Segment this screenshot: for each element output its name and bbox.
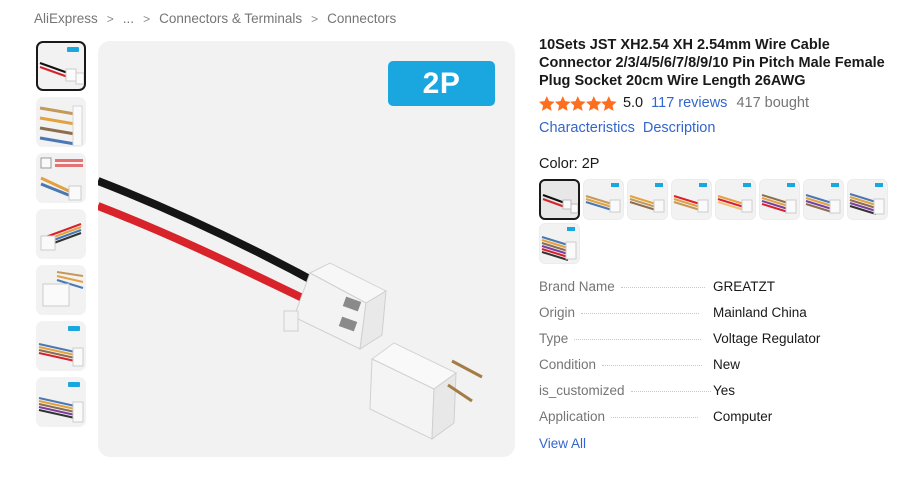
swatch-image [805, 194, 841, 214]
chevron-right-icon: > [311, 11, 319, 26]
color-option-2p[interactable] [539, 179, 580, 220]
spec-value: GREATZT [713, 279, 775, 294]
spec-key: Brand Name [539, 279, 615, 294]
spec-row-is-customized: is_customized Yes [539, 383, 869, 409]
spec-value: Mainland China [713, 305, 807, 320]
thumbnail-gallery [36, 41, 88, 433]
thumbnail-image [39, 62, 84, 85]
color-option-7p[interactable] [759, 179, 800, 220]
rating-value: 5.0 [622, 95, 644, 111]
rating-row: 5.0 117 reviews 417 bought [539, 95, 809, 111]
color-swatches [539, 179, 899, 267]
spec-key: Origin [539, 305, 576, 320]
main-product-image[interactable]: 2P [98, 41, 515, 457]
spec-value: New [713, 357, 741, 372]
color-option-4p[interactable] [627, 179, 668, 220]
breadcrumb-item-connectors-terminals[interactable]: Connectors & Terminals [159, 11, 302, 26]
color-option-8p[interactable] [803, 179, 844, 220]
tab-description[interactable]: Description [643, 120, 716, 136]
color-option-6p[interactable] [715, 179, 756, 220]
spec-key: Type [539, 331, 569, 346]
thumbnail-image [39, 105, 83, 146]
chevron-right-icon: > [106, 11, 114, 26]
spec-value: Yes [713, 383, 736, 398]
tab-characteristics[interactable]: Characteristics [539, 120, 635, 136]
spec-value: Computer [713, 409, 773, 424]
thumbnail-9p[interactable] [36, 321, 86, 371]
chevron-right-icon: > [143, 11, 151, 26]
thumbnail-image [42, 271, 84, 307]
breadcrumb-item-connectors[interactable]: Connectors [327, 11, 396, 26]
spec-key: is_customized [539, 383, 625, 398]
product-tabs: Characteristics Description [539, 120, 723, 136]
spec-row-origin: Origin Mainland China [539, 305, 869, 331]
rating-stars [539, 95, 617, 111]
connector-illustration [98, 177, 483, 441]
spec-divider [581, 313, 700, 314]
swatch-image [542, 194, 578, 214]
thumbnail-image [40, 223, 82, 251]
thumbnail-ribbon[interactable] [36, 209, 86, 259]
spec-divider [630, 391, 711, 392]
view-all-link[interactable]: View All [539, 436, 586, 451]
specifications-list: Brand Name GREATZT Origin Mainland China… [539, 279, 869, 435]
thumbnail-image [40, 157, 83, 201]
color-option-3p[interactable] [583, 179, 624, 220]
color-option-10p[interactable] [539, 223, 580, 264]
spec-key: Application [539, 409, 606, 424]
color-option-9p[interactable] [847, 179, 888, 220]
star-icon [585, 95, 602, 111]
star-icon [570, 95, 586, 111]
bought-count: 417 bought [736, 95, 810, 111]
swatch-image [629, 195, 665, 213]
thumbnail-10p[interactable] [36, 377, 86, 427]
swatch-image [541, 236, 577, 261]
swatch-image [849, 193, 885, 215]
spec-row-application: Application Computer [539, 409, 869, 435]
spec-row-condition: Condition New [539, 357, 869, 383]
breadcrumb-item-ellipsis[interactable]: ... [123, 11, 134, 26]
star-icon [601, 95, 617, 111]
swatch-image [585, 195, 621, 213]
star-icon [554, 95, 571, 111]
spec-row-brand-name: Brand Name GREATZT [539, 279, 869, 305]
color-label: Color: 2P [539, 156, 600, 172]
spec-divider [611, 417, 699, 418]
breadcrumb-item-aliexpress[interactable]: AliExpress [34, 11, 98, 26]
breadcrumb: AliExpress > ... > Connectors & Terminal… [34, 11, 396, 26]
color-option-5p[interactable] [671, 179, 712, 220]
product-title: 10Sets JST XH2.54 XH 2.54mm Wire Cable C… [539, 37, 885, 89]
spec-divider [574, 339, 702, 340]
star-icon [539, 95, 555, 111]
thumbnail-closeup[interactable] [36, 265, 86, 315]
spec-divider [602, 365, 703, 366]
thumbnail-multi-sizes[interactable] [36, 97, 86, 147]
spec-divider [620, 287, 705, 288]
spec-key: Condition [539, 357, 597, 372]
reviews-link[interactable]: 117 reviews [651, 95, 727, 111]
thumbnail-2p[interactable] [36, 41, 86, 91]
thumbnail-dimension-chart[interactable] [36, 153, 86, 203]
thumbnail-image [38, 397, 84, 423]
swatch-image [673, 195, 709, 213]
spec-value: Voltage Regulator [713, 331, 821, 346]
spec-row-type: Type Voltage Regulator [539, 331, 869, 357]
thumbnail-image [38, 343, 84, 367]
swatch-image [717, 195, 753, 213]
swatch-image [761, 194, 797, 214]
